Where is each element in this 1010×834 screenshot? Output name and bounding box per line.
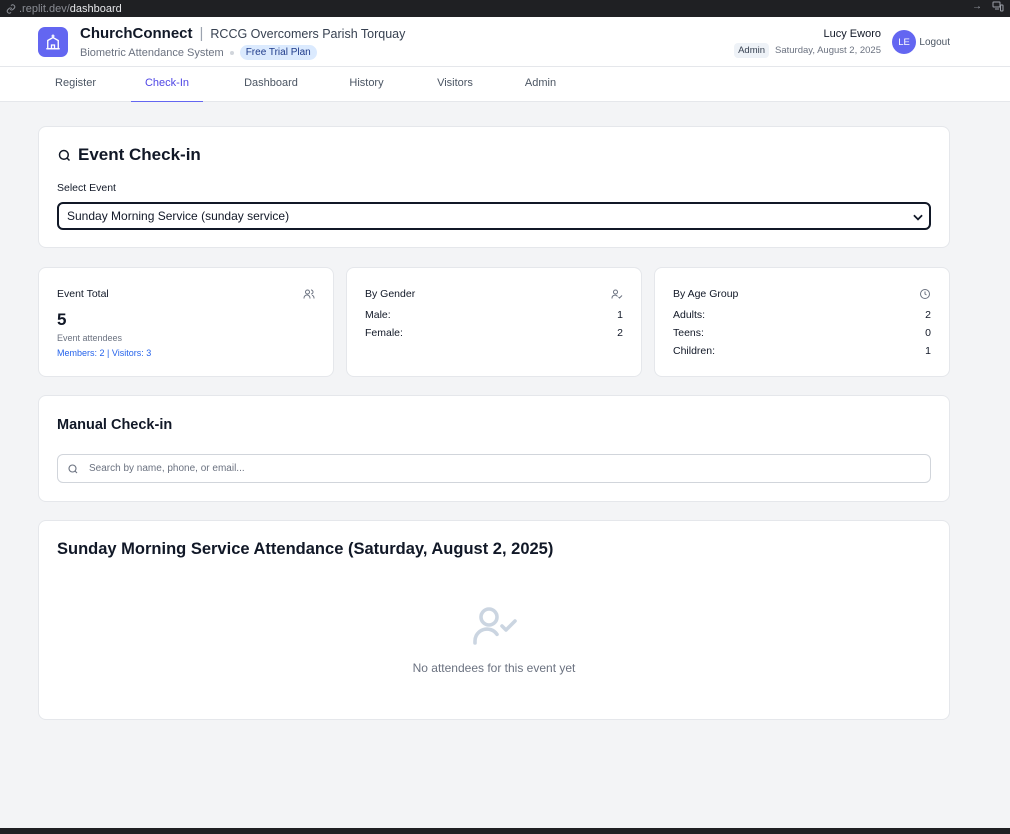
tab-check-in[interactable]: Check-In: [131, 67, 203, 102]
user-info: Lucy Eworo Admin Saturday, August 2, 202…: [734, 28, 881, 58]
male-count: 1: [617, 309, 623, 321]
plan-badge: Free Trial Plan: [239, 45, 317, 60]
member-search-input[interactable]: [89, 463, 889, 474]
event-select[interactable]: Sunday Morning Service (sunday service): [57, 202, 931, 230]
bottom-bar: [0, 828, 1010, 834]
clock-icon: [920, 289, 930, 299]
gender-row-female: Female: 2: [365, 327, 623, 339]
selected-event: Sunday Morning Service (sunday service): [67, 209, 290, 223]
chevron-down-icon: [913, 214, 923, 221]
attendance-card: Sunday Morning Service Attendance (Satur…: [38, 520, 950, 720]
tab-admin[interactable]: Admin: [508, 67, 573, 102]
brand-separator: |: [199, 25, 204, 42]
by-age-group-title: By Age Group: [673, 288, 739, 300]
users-icon: [303, 289, 315, 299]
church-logo-icon[interactable]: [38, 27, 68, 57]
empty-attendance-message: No attendees for this event yet: [412, 661, 576, 675]
link-icon: [6, 3, 16, 14]
event-total-value: 5: [57, 310, 67, 329]
role-badge: Admin: [734, 43, 770, 58]
app-name: ChurchConnect: [80, 25, 193, 42]
adults-count: 2: [925, 309, 931, 321]
by-gender-card: By Gender Male: 1 Female: 2: [346, 267, 642, 377]
female-label: Female:: [365, 327, 403, 339]
attendance-title: Sunday Morning Service Attendance (Satur…: [57, 540, 554, 558]
event-attendees-label: Event attendees: [57, 333, 123, 343]
manual-checkin-card: Manual Check-in: [38, 395, 950, 502]
search-icon: [58, 149, 71, 161]
arrow-right-icon[interactable]: →: [972, 1, 982, 12]
app-subtitle-row: Biometric Attendance System Free Trial P…: [80, 45, 317, 60]
event-checkin-title: Event Check-in: [78, 145, 201, 164]
user-check-icon: [473, 607, 517, 645]
devices-icon[interactable]: [992, 1, 1004, 12]
by-age-group-card: By Age Group Adults: 2 Teens: 0 Children…: [654, 267, 950, 377]
url-host: .replit.dev/: [19, 2, 70, 15]
male-label: Male:: [365, 309, 391, 321]
event-total-title: Event Total: [57, 288, 109, 300]
url-path: dashboard: [69, 2, 122, 15]
children-label: Children:: [673, 345, 716, 357]
app-subtitle: Biometric Attendance System: [80, 46, 224, 59]
user-name: Lucy Eworo: [823, 28, 881, 40]
by-gender-title: By Gender: [365, 288, 416, 300]
tab-history[interactable]: History: [333, 67, 400, 102]
event-checkin-heading: Event Check-in: [57, 145, 201, 165]
age-row-adults: Adults: 2: [673, 309, 931, 321]
manual-checkin-title: Manual Check-in: [57, 417, 173, 433]
user-check-icon: [611, 289, 623, 299]
logout-button[interactable]: Logout: [919, 37, 950, 48]
children-count: 1: [925, 345, 931, 357]
parish-name: RCCG Overcomers Parish Torquay: [210, 27, 406, 41]
members-visitors-breakdown: Members: 2 | Visitors: 3: [57, 348, 152, 358]
tab-dashboard[interactable]: Dashboard: [228, 67, 314, 102]
event-total-card: Event Total 5 Event attendees Members: 2…: [38, 267, 334, 377]
event-checkin-card: Event Check-in Select Event Sunday Morni…: [38, 126, 950, 248]
female-count: 2: [617, 327, 623, 339]
tab-visitors[interactable]: Visitors: [420, 67, 490, 102]
tab-register[interactable]: Register: [38, 67, 113, 102]
select-event-label: Select Event: [57, 182, 116, 194]
brand: ChurchConnect | RCCG Overcomers Parish T…: [80, 25, 405, 42]
member-search-box: [57, 454, 931, 483]
gender-row-male: Male: 1: [365, 309, 623, 321]
separator-dot: [229, 50, 234, 55]
current-date: Saturday, August 2, 2025: [775, 45, 881, 56]
age-row-teens: Teens: 0: [673, 327, 931, 339]
search-icon: [68, 463, 78, 473]
age-row-children: Children: 1: [673, 345, 931, 357]
teens-count: 0: [925, 327, 931, 339]
avatar[interactable]: LE: [892, 30, 916, 54]
app-header: ChurchConnect | RCCG Overcomers Parish T…: [0, 17, 1010, 67]
adults-label: Adults:: [673, 309, 706, 321]
browser-url-bar[interactable]: .replit.dev/dashboard →: [0, 0, 1010, 17]
nav-tabs: Register Check-In Dashboard History Visi…: [0, 67, 1010, 102]
teens-label: Teens:: [673, 327, 704, 339]
